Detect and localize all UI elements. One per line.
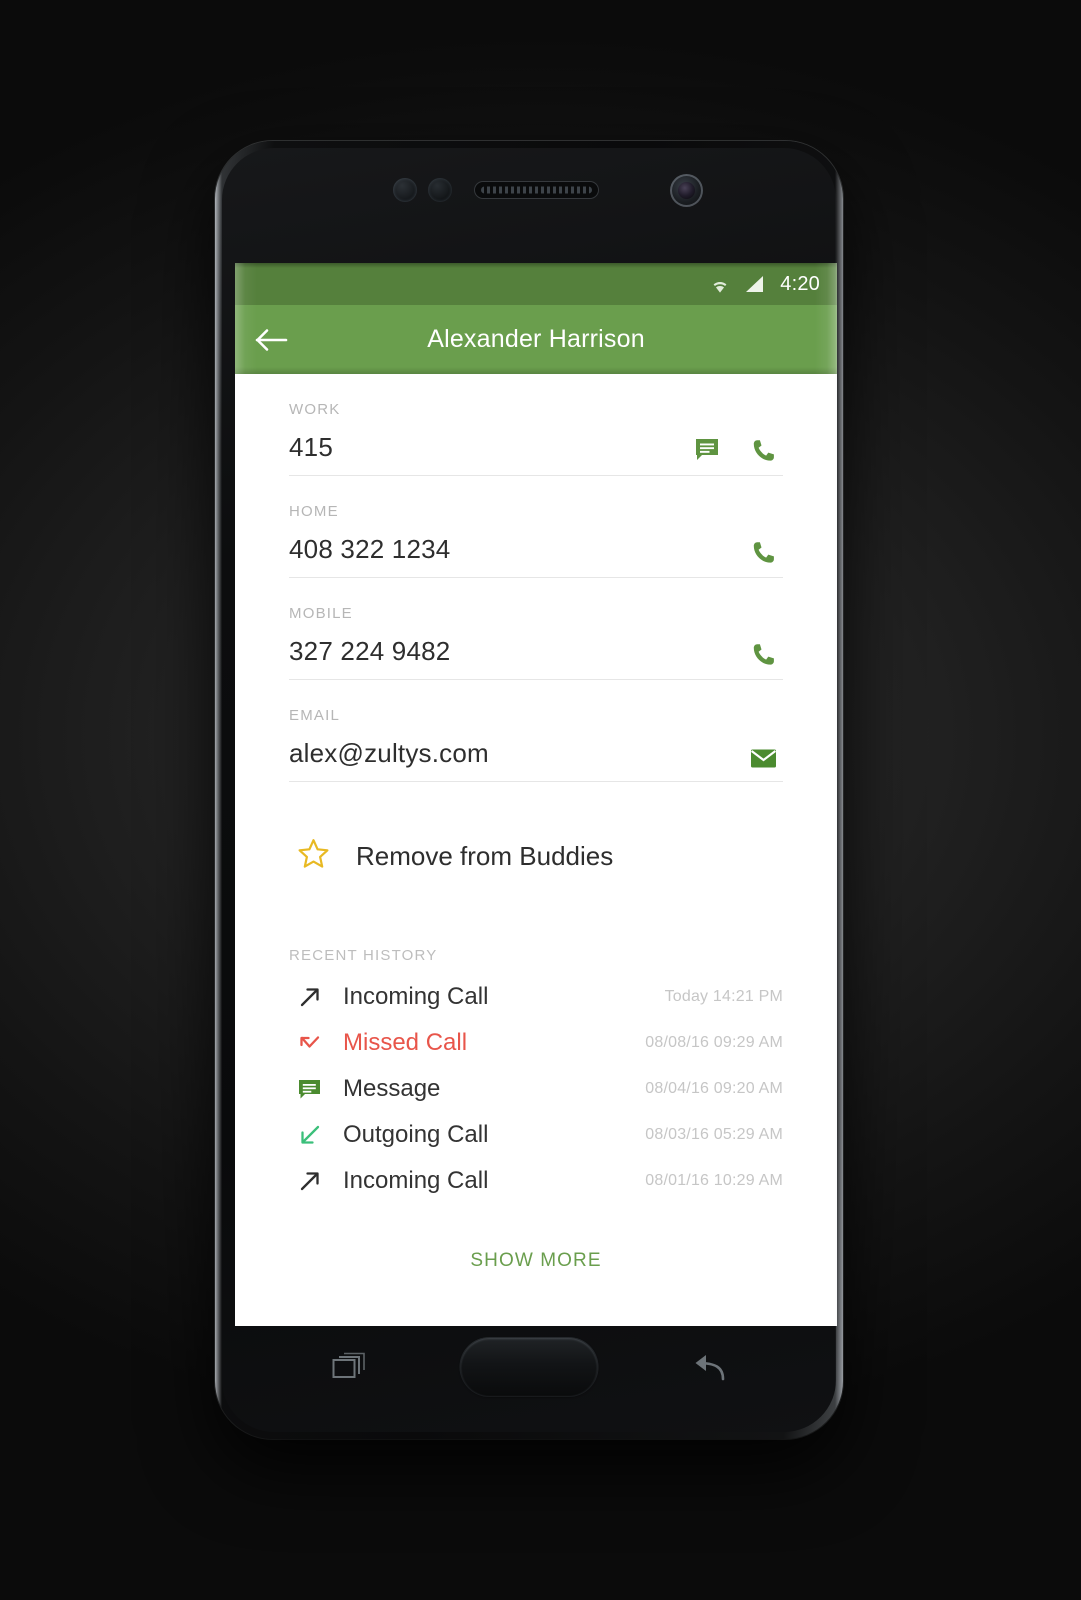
back-arrow-icon[interactable] bbox=[235, 327, 309, 353]
field-actions bbox=[752, 540, 783, 565]
field-value[interactable]: 415 bbox=[289, 432, 694, 463]
field-work: WORK 415 bbox=[289, 374, 783, 476]
history-row[interactable]: Incoming Call 08/01/16 10:29 AM bbox=[289, 1158, 783, 1204]
incoming-call-icon bbox=[297, 1168, 343, 1194]
field-actions bbox=[750, 748, 783, 769]
phone-device: 4:20 Alexander Harrison WORK 415 HOME 40… bbox=[215, 141, 843, 1439]
history-label: Outgoing Call bbox=[343, 1121, 489, 1148]
message-icon bbox=[297, 1077, 343, 1102]
light-sensor-icon bbox=[428, 178, 452, 202]
message-icon[interactable] bbox=[694, 437, 720, 463]
field-label: WORK bbox=[289, 401, 341, 418]
proximity-sensor-icon bbox=[393, 178, 417, 202]
field-label: HOME bbox=[289, 503, 339, 520]
call-icon[interactable] bbox=[752, 540, 777, 565]
field-value[interactable]: 327 224 9482 bbox=[289, 636, 752, 667]
star-outline-icon bbox=[297, 838, 330, 875]
history-time: 08/01/16 10:29 AM bbox=[645, 1172, 783, 1189]
home-button[interactable] bbox=[460, 1338, 598, 1396]
recents-icon[interactable] bbox=[332, 1352, 366, 1382]
field-home: HOME 408 322 1234 bbox=[289, 476, 783, 578]
recent-history-header: RECENT HISTORY bbox=[289, 947, 438, 964]
signal-icon bbox=[742, 274, 765, 294]
remove-from-buddies-label: Remove from Buddies bbox=[356, 841, 614, 871]
show-more-button[interactable]: SHOW MORE bbox=[289, 1204, 783, 1272]
field-value[interactable]: 408 322 1234 bbox=[289, 534, 752, 565]
contact-detail-content: WORK 415 HOME 408 322 1234 MOBILE 327 22… bbox=[235, 374, 837, 1326]
wifi-icon bbox=[707, 274, 733, 294]
status-time: 4:20 bbox=[780, 272, 820, 295]
field-label: EMAIL bbox=[289, 707, 341, 724]
history-row[interactable]: Message 08/04/16 09:20 AM bbox=[289, 1066, 783, 1112]
status-bar: 4:20 bbox=[235, 263, 837, 305]
front-camera-icon bbox=[670, 174, 703, 207]
history-row[interactable]: Outgoing Call 08/03/16 05:29 AM bbox=[289, 1112, 783, 1158]
incoming-call-icon bbox=[297, 984, 343, 1010]
field-row: 415 bbox=[289, 418, 783, 476]
history-label: Missed Call bbox=[343, 1029, 468, 1056]
call-icon[interactable] bbox=[752, 438, 777, 463]
field-value[interactable]: alex@zultys.com bbox=[289, 738, 750, 769]
history-time: 08/03/16 05:29 AM bbox=[645, 1126, 783, 1143]
field-actions bbox=[752, 642, 783, 667]
phone-bezel: 4:20 Alexander Harrison WORK 415 HOME 40… bbox=[222, 148, 837, 1432]
app-bar: Alexander Harrison bbox=[235, 305, 837, 374]
back-nav-icon[interactable] bbox=[690, 1352, 726, 1384]
history-label: Message bbox=[343, 1075, 441, 1102]
field-email: EMAIL alex@zultys.com bbox=[289, 680, 783, 782]
history-time: 08/04/16 09:20 AM bbox=[645, 1080, 783, 1097]
missed-call-icon bbox=[297, 1030, 343, 1056]
field-row: alex@zultys.com bbox=[289, 724, 783, 782]
field-row: 327 224 9482 bbox=[289, 622, 783, 680]
history-time: 08/08/16 09:29 AM bbox=[645, 1034, 783, 1051]
remove-from-buddies-button[interactable]: Remove from Buddies bbox=[289, 782, 783, 875]
history-label: Incoming Call bbox=[343, 1167, 489, 1194]
history-row[interactable]: Incoming Call Today 14:21 PM bbox=[289, 974, 783, 1020]
page-title: Alexander Harrison bbox=[427, 325, 645, 353]
field-actions bbox=[694, 437, 783, 463]
earpiece-speaker bbox=[474, 181, 599, 199]
field-mobile: MOBILE 327 224 9482 bbox=[289, 578, 783, 680]
history-time: Today 14:21 PM bbox=[664, 988, 783, 1005]
history-row[interactable]: Missed Call 08/08/16 09:29 AM bbox=[289, 1020, 783, 1066]
email-icon[interactable] bbox=[750, 748, 777, 769]
field-row: 408 322 1234 bbox=[289, 520, 783, 578]
phone-screen: 4:20 Alexander Harrison WORK 415 HOME 40… bbox=[235, 263, 837, 1326]
call-icon[interactable] bbox=[752, 642, 777, 667]
outgoing-call-icon bbox=[297, 1122, 343, 1148]
history-label: Incoming Call bbox=[343, 983, 489, 1010]
field-label: MOBILE bbox=[289, 605, 353, 622]
